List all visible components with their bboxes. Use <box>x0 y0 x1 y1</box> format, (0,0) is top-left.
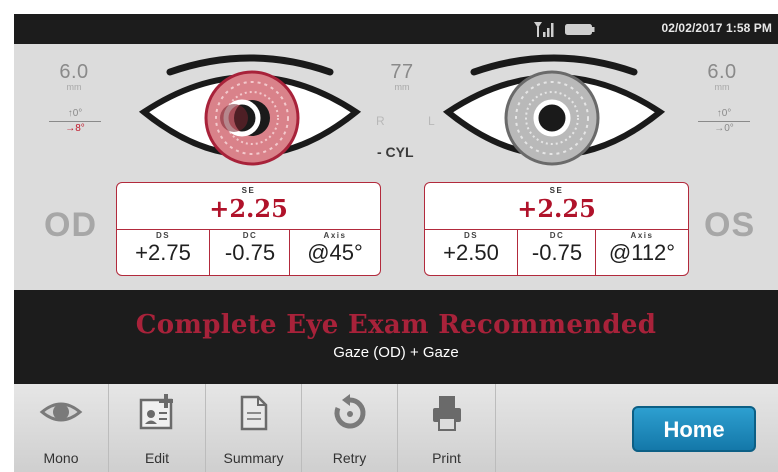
bottom-toolbar: Mono Edit Summary Retry Print Home <box>14 384 778 472</box>
os-se-value: +2.25 <box>517 194 596 223</box>
edit-label: Edit <box>144 450 170 466</box>
os-axis-value: @112° <box>608 240 676 265</box>
right-tilt: ↑0° →0° <box>698 108 750 134</box>
od-dc-label: DC <box>242 231 258 240</box>
os-dc-value: -0.75 <box>531 240 583 265</box>
left-pupil-size: 6.0 mm <box>54 62 94 92</box>
od-ds-value: +2.75 <box>135 240 191 265</box>
summary-button[interactable]: Summary <box>206 384 302 472</box>
edit-patient-icon <box>139 394 173 430</box>
pupil-distance-value: 77 <box>390 61 414 83</box>
left-tilt: ↑0° →8° <box>49 108 101 134</box>
os-ds-value: +2.50 <box>443 240 499 265</box>
os-ds: DS +2.50 <box>425 229 517 275</box>
document-icon <box>240 395 267 431</box>
mono-button[interactable]: Mono <box>14 384 109 472</box>
mono-label: Mono <box>43 450 79 466</box>
os-eye-icon <box>442 54 666 166</box>
recommendation-banner: Complete Eye Exam Recommended Gaze (OD) … <box>14 290 778 384</box>
os-dc: DC -0.75 <box>517 229 596 275</box>
od-label: OD <box>44 206 97 244</box>
od-dc: DC -0.75 <box>209 229 290 275</box>
od-ds-label: DS <box>155 231 171 240</box>
recommendation-subtitle: Gaze (OD) + Gaze <box>333 344 459 361</box>
od-se-value: +2.25 <box>209 194 288 223</box>
od-prescription-box: SE +2.25 DS +2.75 DC -0.75 Axis @45° <box>116 182 381 276</box>
signal-icon <box>534 22 554 37</box>
os-prescription-box: SE +2.25 DS +2.50 DC -0.75 Axis @112° <box>424 182 689 276</box>
cyl-label: - CYL <box>377 144 414 160</box>
left-tilt-horizontal: →8° <box>65 123 85 134</box>
summary-label: Summary <box>223 450 284 466</box>
os-axis-label: Axis <box>630 231 654 240</box>
pupil-distance-unit: mm <box>394 82 410 92</box>
od-eye-icon <box>138 54 362 166</box>
retry-label: Retry <box>332 450 367 466</box>
edit-button[interactable]: Edit <box>109 384 206 472</box>
print-label: Print <box>432 450 461 466</box>
os-ds-label: DS <box>463 231 479 240</box>
eye-icon <box>39 402 83 422</box>
od-axis-label: Axis <box>323 231 347 240</box>
left-tilt-vertical: ↑0° <box>49 108 101 122</box>
os-se: SE +2.25 <box>425 183 688 230</box>
right-pupil-unit: mm <box>714 82 730 92</box>
os-axis: Axis @112° <box>595 229 688 275</box>
status-bar: 02/02/2017 1:58 PM <box>14 14 778 44</box>
os-label: OS <box>704 206 756 244</box>
right-pupil-value: 6.0 <box>707 61 737 83</box>
printer-icon <box>432 396 461 431</box>
eye-letter-r: R <box>376 114 385 128</box>
recommendation-title: Complete Eye Exam Recommended <box>135 310 657 340</box>
os-dc-label: DC <box>549 231 565 240</box>
od-axis-value: @45° <box>307 240 363 265</box>
od-se: SE +2.25 <box>117 183 380 230</box>
status-datetime: 02/02/2017 1:58 PM <box>661 21 772 35</box>
home-button[interactable]: Home <box>632 406 756 452</box>
right-tilt-horizontal: →0° <box>714 123 734 134</box>
left-pupil-unit: mm <box>66 82 82 92</box>
od-dc-value: -0.75 <box>224 240 276 265</box>
device-screen: 02/02/2017 1:58 PM 6.0 mm ↑0° →8° 77 mm … <box>14 14 778 472</box>
retry-icon <box>334 394 365 429</box>
od-axis: Axis @45° <box>289 229 380 275</box>
pupil-distance: 77 mm <box>384 62 420 92</box>
screen: 02/02/2017 1:58 PM 6.0 mm ↑0° →8° 77 mm … <box>0 0 778 472</box>
print-button[interactable]: Print <box>398 384 496 472</box>
battery-icon <box>565 24 595 35</box>
od-ds: DS +2.75 <box>117 229 209 275</box>
right-pupil-size: 6.0 mm <box>702 62 742 92</box>
retry-button[interactable]: Retry <box>302 384 398 472</box>
left-pupil-value: 6.0 <box>59 61 89 83</box>
right-tilt-vertical: ↑0° <box>698 108 750 122</box>
